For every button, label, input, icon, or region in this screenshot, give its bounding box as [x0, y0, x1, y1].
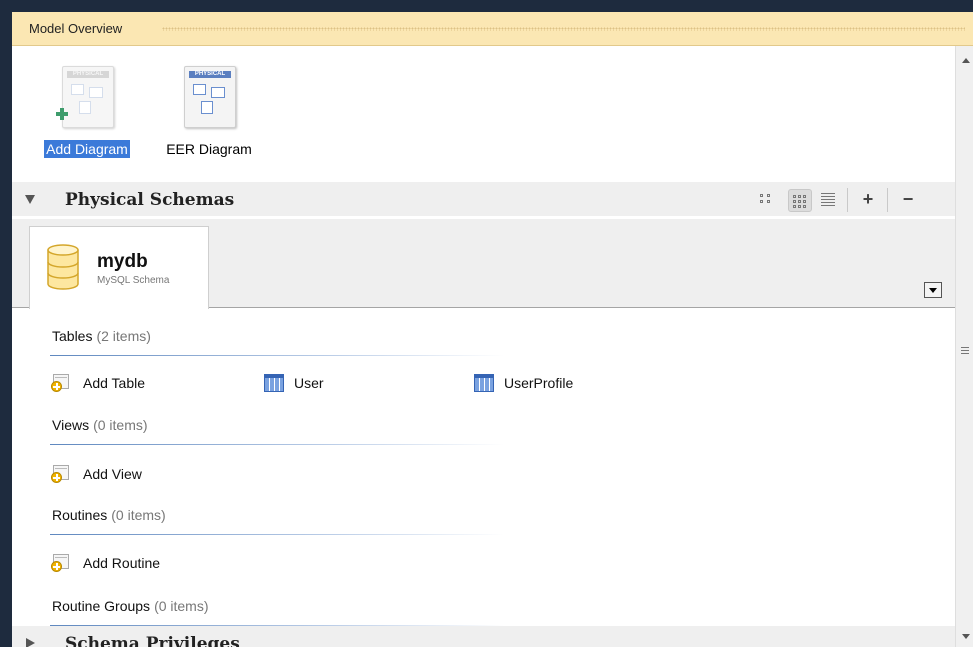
add-table-icon	[51, 374, 71, 392]
large-icons-view-button[interactable]	[755, 189, 777, 210]
add-routine-icon	[51, 554, 71, 572]
group-divider	[50, 444, 504, 445]
views-title: Views	[52, 417, 90, 433]
group-divider	[50, 534, 504, 535]
schema-tab-mydb[interactable]: mydb MySQL Schema	[29, 226, 209, 309]
group-divider	[50, 355, 504, 356]
schema-name: mydb	[97, 251, 148, 272]
views-count: (0 items)	[93, 417, 148, 433]
views-group-header: Views (0 items)	[50, 417, 504, 445]
table-name: UserProfile	[504, 375, 574, 391]
small-icons-view-button[interactable]	[788, 189, 812, 212]
add-diagram-button[interactable]: PHYSICAL Add Diagram	[42, 64, 132, 159]
schema-type: MySQL Schema	[97, 275, 170, 286]
add-table-label: Add Table	[83, 375, 146, 391]
schema-privileges-title: Schema Privileges	[65, 634, 240, 647]
add-view-label: Add View	[83, 466, 142, 482]
vertical-scrollbar[interactable]	[955, 46, 973, 647]
routines-count: (0 items)	[111, 507, 166, 523]
table-name: User	[294, 375, 324, 391]
physical-schemas-header[interactable]: Physical Schemas + −	[12, 182, 955, 216]
list-icon	[821, 193, 835, 206]
plus-icon	[56, 108, 68, 120]
small-icons-icon	[793, 195, 806, 208]
routine-groups-count: (0 items)	[154, 598, 209, 614]
title-bar: Model Overview	[12, 12, 973, 46]
routine-groups-group-header: Routine Groups (0 items)	[50, 598, 504, 626]
tables-count: (2 items)	[96, 328, 151, 344]
routines-title: Routines	[52, 507, 108, 523]
add-schema-button[interactable]: +	[857, 189, 879, 210]
physical-schemas-title: Physical Schemas	[65, 190, 235, 210]
expand-arrow-icon[interactable]	[26, 638, 35, 647]
title-bar-pattern	[162, 27, 965, 31]
tables-title: Tables	[52, 328, 93, 344]
routine-groups-title: Routine Groups	[52, 598, 151, 614]
model-overview-window: Model Overview PHYSICAL Add Diagram PHYS…	[12, 12, 973, 647]
eer-diagram-button[interactable]: PHYSICAL EER Diagram	[164, 64, 254, 159]
table-icon	[474, 374, 494, 392]
schema-privileges-header[interactable]: Schema Privileges	[12, 626, 955, 647]
schema-dropdown-button[interactable]	[924, 282, 942, 298]
schema-tab-strip: mydb MySQL Schema	[12, 219, 955, 309]
add-view-icon	[51, 465, 71, 483]
remove-schema-button[interactable]: −	[897, 189, 919, 210]
tables-group-header: Tables (2 items)	[50, 328, 504, 356]
collapse-arrow-icon[interactable]	[25, 195, 35, 204]
eer-diagram-label: EER Diagram	[166, 141, 252, 157]
toolbar-divider	[887, 188, 888, 212]
table-icon	[264, 374, 284, 392]
scroll-down-arrow-icon[interactable]	[962, 634, 970, 639]
model-overview-content: PHYSICAL Add Diagram PHYSICAL EER Diagra…	[12, 46, 955, 647]
scroll-thumb-grip-icon[interactable]	[961, 347, 969, 355]
eer-diagram-icon: PHYSICAL	[180, 64, 238, 130]
scroll-up-arrow-icon[interactable]	[962, 58, 970, 63]
add-diagram-label: Add Diagram	[44, 140, 130, 158]
add-routine-label: Add Routine	[83, 555, 161, 571]
large-icons-icon	[760, 194, 771, 203]
routines-group-header: Routines (0 items)	[50, 507, 504, 535]
database-icon	[47, 244, 79, 290]
list-view-button[interactable]	[817, 189, 839, 210]
window-title: Model Overview	[29, 21, 125, 36]
add-diagram-icon: PHYSICAL	[56, 64, 116, 130]
toolbar-divider	[847, 188, 848, 212]
